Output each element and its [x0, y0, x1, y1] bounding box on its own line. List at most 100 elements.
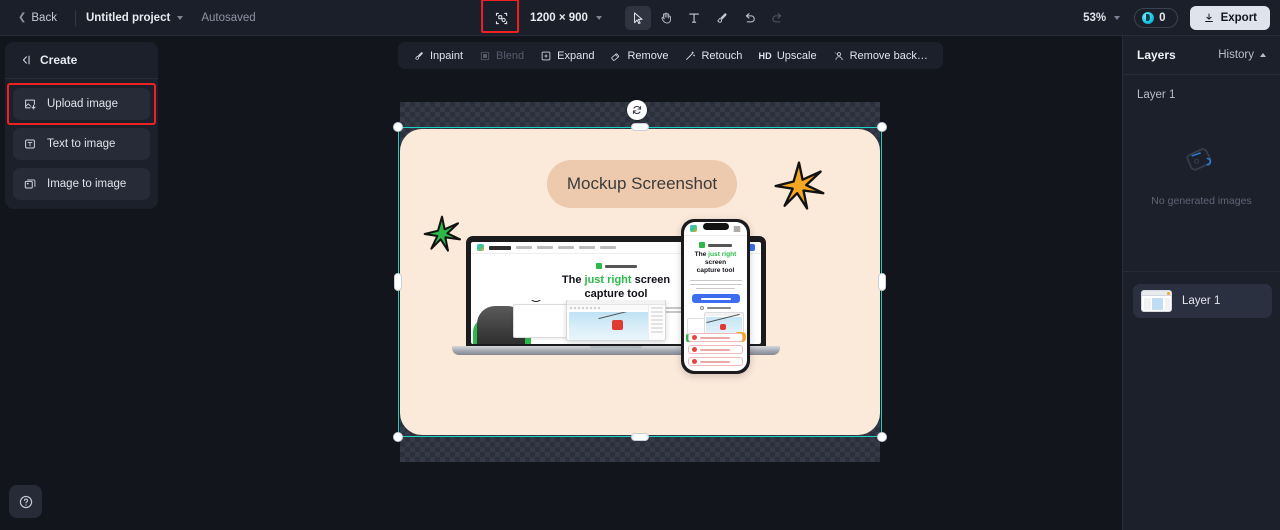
cursor-arrow-icon	[633, 12, 643, 25]
image-to-image-button[interactable]: Image to image	[13, 168, 150, 200]
phone-mockup: The just right screen capture tool	[681, 219, 750, 374]
layer-list-item[interactable]: Layer 1	[1133, 284, 1272, 318]
hand-tool[interactable]	[653, 6, 679, 30]
headline-line-2: capture tool	[696, 267, 735, 275]
divider	[74, 9, 76, 26]
phone-screen: The just right screen capture tool	[684, 222, 747, 371]
layers-panel: Layers History Layer 1 No generated imag…	[1122, 36, 1280, 530]
undo-button[interactable]	[737, 6, 763, 30]
layers-panel-title: Layers	[1137, 48, 1176, 62]
history-label: History	[1218, 49, 1254, 61]
cable-car-icon	[612, 319, 624, 330]
create-panel-header: Create	[5, 42, 158, 79]
collapse-left-icon[interactable]	[18, 53, 32, 67]
card-sidebar	[648, 305, 665, 340]
image-to-image-icon	[24, 179, 36, 189]
resize-handle-bottom-center[interactable]	[631, 433, 649, 441]
top-bar-left-group: ❮ Back Untitled project Autosaved	[0, 7, 256, 29]
resize-handle-top-center[interactable]	[631, 123, 649, 131]
resize-handle-bottom-left[interactable]	[393, 432, 403, 442]
hero-card-main	[566, 300, 666, 341]
redo-button[interactable]	[765, 6, 791, 30]
resize-handle-top-left[interactable]	[393, 122, 403, 132]
help-button[interactable]	[9, 485, 42, 518]
headline-part-1: The	[694, 251, 709, 258]
nav-link	[600, 246, 616, 249]
product-badge-text	[708, 243, 732, 247]
star-green-icon	[423, 215, 461, 252]
mockup-title-pill: Mockup Screenshot	[547, 160, 737, 208]
phone-dynamic-island	[702, 223, 729, 230]
history-toggle[interactable]: History	[1218, 49, 1266, 61]
upload-image-button[interactable]: Upload image	[7, 83, 156, 125]
credits-count: 0	[1159, 12, 1166, 24]
download-icon	[1204, 13, 1213, 22]
export-button[interactable]: Export	[1189, 6, 1270, 30]
site-logo-text	[489, 245, 511, 250]
hand-icon	[661, 12, 671, 24]
zoom-level-label[interactable]: 53%	[1083, 12, 1106, 24]
layer-list-item-label: Layer 1	[1182, 295, 1221, 307]
phone-notification-list	[688, 333, 743, 369]
resize-handle-bottom-right[interactable]	[877, 432, 887, 442]
phone-subtext	[689, 279, 742, 290]
nav-link	[516, 246, 532, 249]
empty-state-text: No generated images	[1151, 195, 1252, 207]
undo-arrow-icon	[746, 12, 756, 22]
nav-link	[579, 246, 595, 249]
canvas-area[interactable]: Mockup Screenshot The just right screen …	[160, 36, 1122, 530]
hero-card-left	[513, 304, 569, 338]
credit-orb-icon	[1142, 12, 1155, 24]
layers-panel-header: Layers History	[1123, 36, 1280, 75]
headline-part-2: screen	[631, 274, 671, 286]
chevron-left-icon: ❮	[18, 11, 27, 23]
brush-tool[interactable]	[709, 6, 735, 30]
layer-thumbnail	[1141, 290, 1172, 312]
phone-headline: The just right screen capture tool	[684, 251, 747, 276]
nav-link	[558, 246, 574, 249]
export-button-label: Export	[1220, 12, 1257, 24]
headline-line-2: capture tool	[584, 287, 648, 300]
help-question-icon	[19, 495, 32, 508]
no-images-icon	[1185, 148, 1211, 171]
text-tool[interactable]	[681, 6, 707, 30]
layer-1-image[interactable]: Mockup Screenshot The just right screen …	[400, 129, 880, 435]
rotate-handle-icon	[632, 106, 642, 114]
create-panel: Create Upload image Text to image Image …	[5, 42, 158, 209]
divider	[1123, 271, 1280, 272]
chevron-down-icon[interactable]	[1114, 16, 1121, 20]
mockup-title-text: Mockup Screenshot	[566, 174, 718, 193]
select-tool[interactable]	[624, 6, 651, 30]
autosaved-status: Autosaved	[201, 11, 256, 24]
headline-highlight: just right	[708, 251, 737, 258]
headline-part-2: screen	[704, 259, 727, 267]
image-to-image-label: Image to image	[47, 178, 127, 190]
project-name[interactable]: Untitled project	[86, 12, 170, 24]
notification-item	[688, 357, 743, 366]
credits-badge[interactable]: 0	[1134, 8, 1178, 28]
brush-icon	[717, 13, 727, 23]
chevron-down-icon[interactable]	[595, 16, 602, 20]
create-panel-title: Create	[40, 53, 78, 67]
text-to-image-button[interactable]: Text to image	[13, 128, 150, 160]
back-button[interactable]: ❮ Back	[10, 7, 65, 29]
notification-item	[688, 345, 743, 354]
rotate-handle[interactable]	[627, 100, 647, 120]
resize-handle-left-middle[interactable]	[394, 273, 402, 291]
back-button-label: Back	[31, 11, 57, 24]
tool-group	[624, 6, 791, 30]
headline-highlight: just right	[584, 274, 632, 286]
free-download-label	[700, 297, 731, 300]
product-badge-text	[604, 264, 637, 268]
laptop-notch	[590, 346, 642, 350]
upload-image-icon	[25, 99, 36, 110]
resize-handle-top-right[interactable]	[877, 122, 887, 132]
redo-arrow-icon	[772, 12, 782, 22]
chevron-down-icon[interactable]	[177, 15, 184, 20]
product-badge	[684, 242, 747, 248]
site-logo-icon	[477, 244, 484, 251]
resize-handle-right-middle[interactable]	[878, 273, 886, 291]
free-download-button	[691, 294, 740, 304]
canvas-size-button[interactable]	[481, 0, 520, 33]
top-bar: ❮ Back Untitled project Autosaved 1200 ×…	[0, 0, 1280, 36]
